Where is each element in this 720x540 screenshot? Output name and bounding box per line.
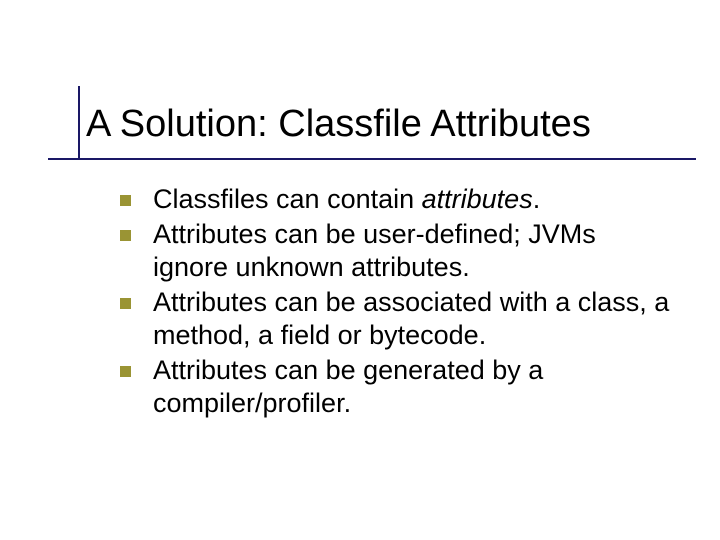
bullet-square-icon [120,366,131,377]
bullet-text: Attributes can be generated by a compile… [153,354,670,420]
bullet-text: Attributes can be associated with a clas… [153,286,670,352]
slide: A Solution: Classfile Attributes Classfi… [0,0,720,540]
title-accent-vertical [78,86,80,160]
bullet-square-icon [120,298,131,309]
bullet-text-pre: Attributes can be generated by a compile… [153,355,543,418]
bullet-square-icon [120,195,131,206]
list-item: Attributes can be user-defined; JVMs ign… [120,218,670,284]
bullet-text-post: . [533,184,541,214]
bullet-text-em: attributes [422,184,533,214]
title-block: A Solution: Classfile Attributes [86,104,680,146]
bullet-text-pre: Attributes can be associated with a clas… [153,287,669,350]
bullet-text-pre: Attributes can be user-defined; JVMs ign… [153,219,596,282]
bullet-text: Attributes can be user-defined; JVMs ign… [153,218,670,284]
title-accent-horizontal [48,158,696,160]
slide-title: A Solution: Classfile Attributes [86,104,680,146]
list-item: Classfiles can contain attributes. [120,183,670,216]
bullet-text-pre: Classfiles can contain [153,184,422,214]
list-item: Attributes can be associated with a clas… [120,286,670,352]
slide-body: Classfiles can contain attributes. Attri… [120,183,670,422]
bullet-text: Classfiles can contain attributes. [153,183,540,216]
list-item: Attributes can be generated by a compile… [120,354,670,420]
bullet-square-icon [120,230,131,241]
